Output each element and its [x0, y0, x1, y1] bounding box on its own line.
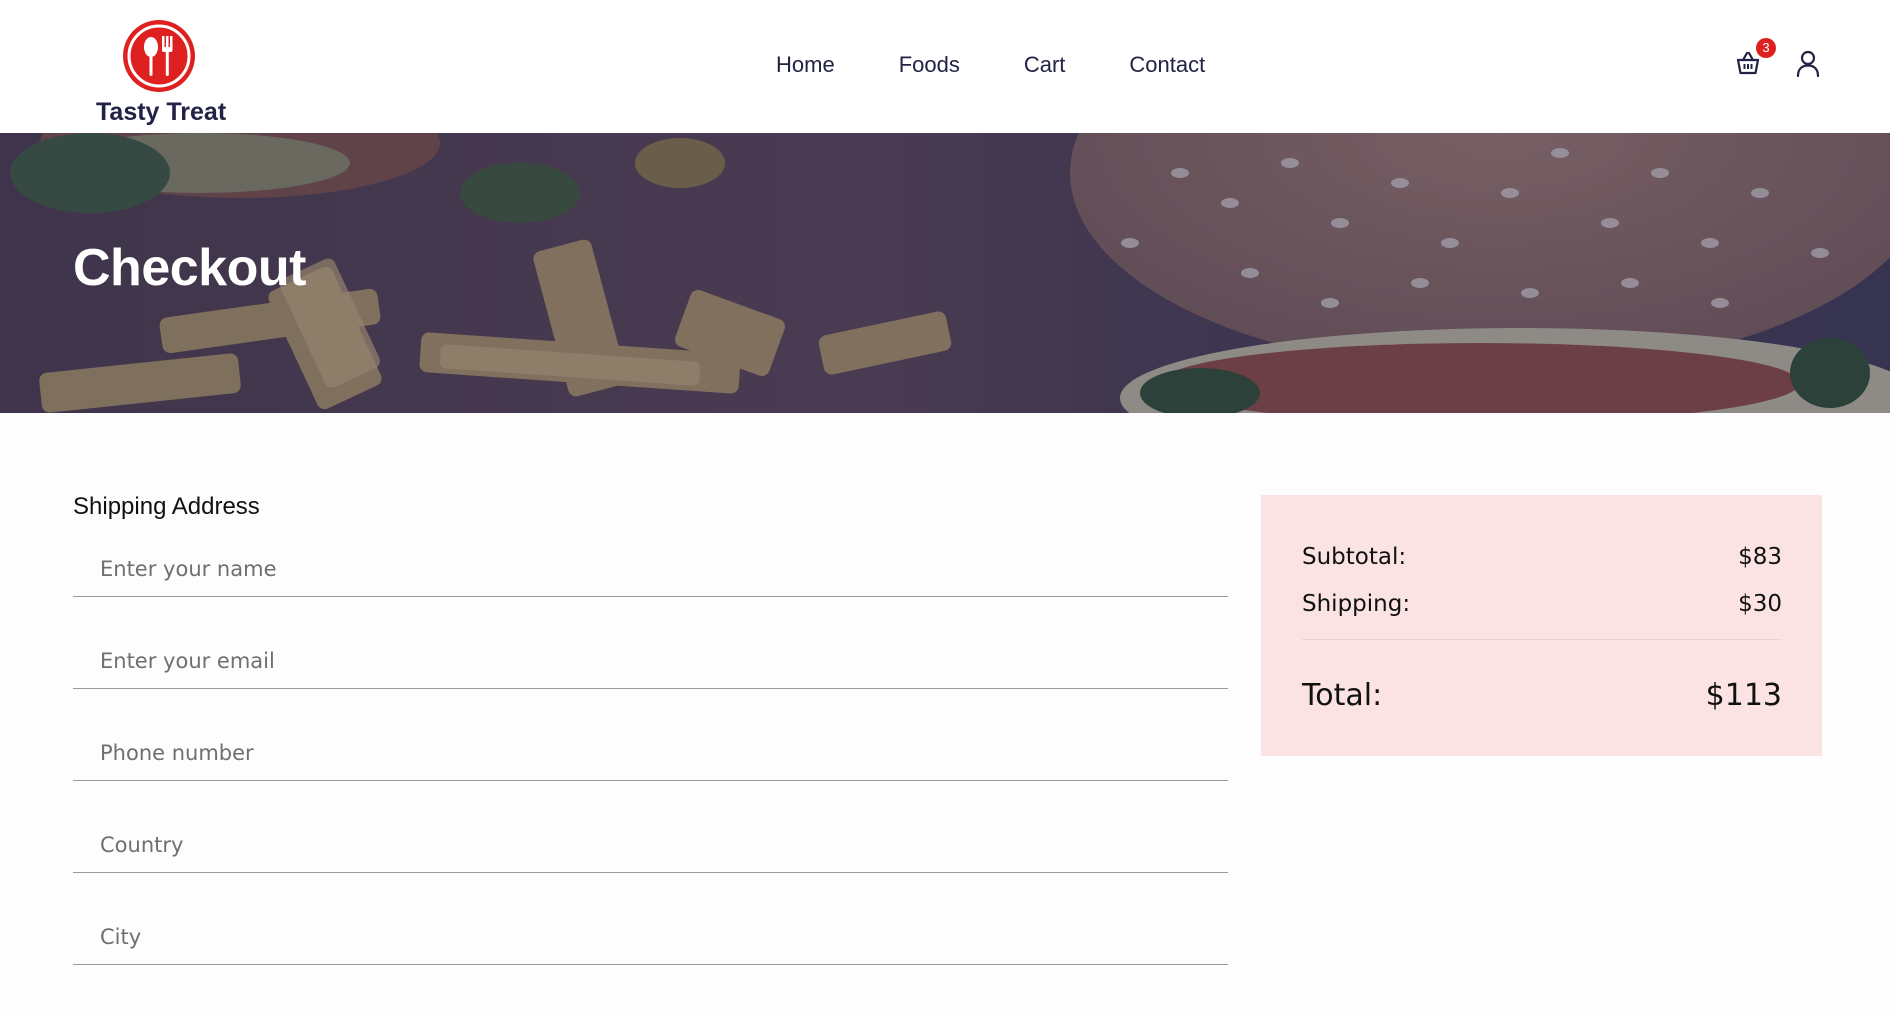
summary-divider	[1302, 639, 1782, 640]
hero-banner: Checkout	[0, 133, 1890, 413]
page-title: Checkout	[73, 239, 306, 297]
total-value: $113	[1705, 678, 1782, 713]
name-field[interactable]	[73, 541, 1228, 597]
brand-name: Tasty Treat	[96, 98, 227, 126]
main-nav: Home Foods Cart Contact	[776, 52, 1205, 78]
shipping-value: $30	[1738, 590, 1782, 617]
cart-count-badge: 3	[1756, 38, 1776, 58]
cart-button[interactable]: 3	[1734, 38, 1776, 80]
country-field[interactable]	[73, 817, 1228, 873]
subtotal-row: Subtotal: $83	[1302, 533, 1782, 580]
total-label: Total:	[1302, 678, 1383, 713]
city-field[interactable]	[73, 909, 1228, 965]
user-button[interactable]	[1795, 50, 1821, 78]
shipping-row: Shipping: $30	[1302, 580, 1782, 627]
nav-contact[interactable]: Contact	[1129, 52, 1205, 78]
total-row: Total: $113	[1302, 678, 1782, 713]
site-header: Tasty Treat Home Foods Cart Contact 3	[0, 0, 1890, 134]
order-summary: Subtotal: $83 Shipping: $30 Total: $113	[1261, 495, 1822, 756]
subtotal-label: Subtotal:	[1302, 543, 1407, 570]
user-icon	[1796, 50, 1820, 78]
nav-foods[interactable]: Foods	[899, 52, 960, 78]
email-field[interactable]	[73, 633, 1228, 689]
shipping-form: Shipping Address	[73, 493, 1228, 965]
logo-spoon-fork-icon	[123, 20, 195, 92]
subtotal-value: $83	[1738, 543, 1782, 570]
shipping-heading: Shipping Address	[73, 493, 260, 520]
shipping-label: Shipping:	[1302, 590, 1411, 617]
phone-field[interactable]	[73, 725, 1228, 781]
logo[interactable]: Tasty Treat	[96, 20, 227, 127]
nav-cart[interactable]: Cart	[1024, 52, 1066, 78]
nav-home[interactable]: Home	[776, 52, 835, 78]
